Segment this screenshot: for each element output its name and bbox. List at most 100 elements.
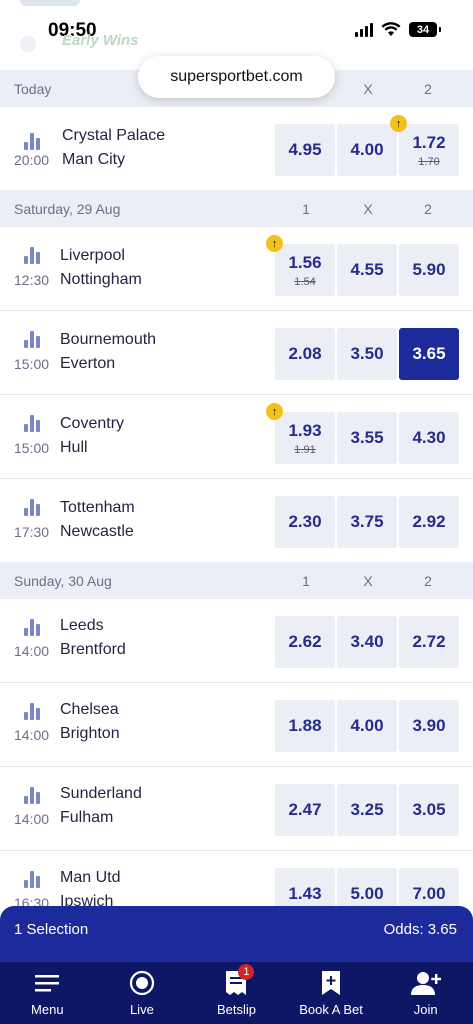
stats-icon[interactable] xyxy=(24,133,42,150)
odds-value: 3.65 xyxy=(412,344,446,363)
odds-away-button[interactable]: 2.72 xyxy=(399,616,459,668)
away-team: Man City xyxy=(62,151,126,168)
odds-away-button-selected[interactable]: 3.65 xyxy=(399,328,459,380)
odds-up-icon: ↑ xyxy=(390,115,407,132)
away-team: Newcastle xyxy=(60,523,134,540)
home-team: Sunderland xyxy=(60,785,142,802)
odds-draw-button[interactable]: 4.00 xyxy=(337,124,397,176)
odds-home-button[interactable]: 2.30 xyxy=(275,496,335,548)
odds-value: 3.90 xyxy=(412,716,446,735)
battery-icon: 34 xyxy=(409,22,441,37)
odds-away-button[interactable]: 3.05 xyxy=(399,784,459,836)
match-row[interactable]: Bournemouth Everton 15:00 2.08 3.50 3.65 xyxy=(0,311,473,395)
odds-value: 3.25 xyxy=(350,800,384,819)
odds-home-button[interactable]: ↑ 1.93 1.91 xyxy=(266,403,335,464)
home-team: Man Utd xyxy=(60,869,121,886)
live-icon xyxy=(129,970,155,996)
odds-value: 2.30 xyxy=(288,512,322,531)
odds-home-button[interactable]: 2.47 xyxy=(275,784,335,836)
away-team: Brighton xyxy=(60,725,120,742)
stats-icon[interactable] xyxy=(24,703,42,720)
nav-label: Menu xyxy=(31,1002,64,1017)
nav-item-live[interactable]: Live xyxy=(95,962,190,1024)
odds-home-button[interactable]: 2.08 xyxy=(275,328,335,380)
match-row[interactable]: Liverpool Nottingham 12:30 ↑ 1.56 1.54 4… xyxy=(0,227,473,311)
odds-value: 1.93 xyxy=(288,420,322,440)
odds-draw-button[interactable]: 3.55 xyxy=(337,412,397,464)
column-header-x: X xyxy=(363,201,373,217)
status-pill xyxy=(20,0,80,6)
match-row[interactable]: Tottenham Newcastle 17:30 2.30 3.75 2.92 xyxy=(0,479,473,563)
kick-off-time: 12:30 xyxy=(14,272,50,288)
kick-off-time: 14:00 xyxy=(14,643,50,659)
odds-value: 3.40 xyxy=(350,632,384,651)
odds-value: 2.92 xyxy=(412,512,446,531)
odds-home-button[interactable]: ↑ 1.56 1.54 xyxy=(266,235,335,296)
odds-draw-button[interactable]: 3.40 xyxy=(337,616,397,668)
odds-value: 4.95 xyxy=(288,140,322,159)
column-header-2: 2 xyxy=(424,81,432,97)
odds-value: 1.88 xyxy=(288,716,322,735)
odds-away-button[interactable]: 2.92 xyxy=(399,496,459,548)
odds-draw-button[interactable]: 3.25 xyxy=(337,784,397,836)
match-row[interactable]: Chelsea Brighton 14:00 1.88 4.00 3.90 xyxy=(0,683,473,767)
away-team: Fulham xyxy=(60,809,114,826)
odds-home-button[interactable]: 1.88 xyxy=(275,700,335,752)
odds-draw-button[interactable]: 3.50 xyxy=(337,328,397,380)
odds-draw-button[interactable]: 3.75 xyxy=(337,496,397,548)
odds-away-button[interactable]: 5.90 xyxy=(399,244,459,296)
odds-away-button[interactable]: 3.90 xyxy=(399,700,459,752)
odds-draw-button[interactable]: 4.55 xyxy=(337,244,397,296)
odds-home-button[interactable]: 4.95 xyxy=(275,124,335,176)
signal-icon xyxy=(355,22,373,37)
previous-odds: 1.54 xyxy=(294,275,316,288)
url-bar[interactable]: supersportbet.com xyxy=(138,56,335,98)
away-team: Brentford xyxy=(60,641,126,658)
stats-icon[interactable] xyxy=(24,247,42,264)
section-header-saturday: Saturday, 29 Aug 1 X 2 xyxy=(0,190,473,227)
column-header-1: 1 xyxy=(302,201,310,217)
column-header-2: 2 xyxy=(424,573,432,589)
kick-off-time: 20:00 xyxy=(14,152,50,168)
odds-value: 4.00 xyxy=(350,716,384,735)
previous-odds: 1.70 xyxy=(418,155,440,168)
section-header-sunday: Sunday, 30 Aug 1 X 2 xyxy=(0,562,473,599)
home-team: Crystal Palace xyxy=(62,127,166,144)
nav-item-book-a-bet[interactable]: Book A Bet xyxy=(284,962,379,1024)
kick-off-time: 15:00 xyxy=(14,440,50,456)
odds-home-button[interactable]: 2.62 xyxy=(275,616,335,668)
stats-icon[interactable] xyxy=(24,415,42,432)
nav-label: Betslip xyxy=(216,1002,256,1017)
match-row[interactable]: Sunderland Fulham 14:00 2.47 3.25 3.05 xyxy=(0,767,473,851)
odds-up-icon: ↑ xyxy=(266,235,283,252)
match-row[interactable]: Leeds Brentford 14:00 2.62 3.40 2.72 xyxy=(0,599,473,683)
early-wins-label: Early Wins xyxy=(62,32,139,49)
status-icons: 34 xyxy=(355,22,441,37)
odds-away-button[interactable]: 4.30 xyxy=(399,412,459,464)
column-header-x: X xyxy=(363,573,373,589)
nav-label: Join xyxy=(413,1002,438,1017)
stats-icon[interactable] xyxy=(24,331,42,348)
column-header-x: X xyxy=(363,81,373,97)
stats-icon[interactable] xyxy=(24,787,42,804)
match-row[interactable]: Crystal Palace Man City 20:00 4.95 4.00 … xyxy=(0,107,473,191)
nav-item-menu[interactable]: Menu xyxy=(0,962,95,1024)
nav-item-betslip[interactable]: 1 Betslip xyxy=(189,962,284,1024)
nav-item-join[interactable]: Join xyxy=(378,962,473,1024)
stats-icon[interactable] xyxy=(24,871,42,888)
odds-draw-button[interactable]: 4.00 xyxy=(337,700,397,752)
column-header-2: 2 xyxy=(424,201,432,217)
match-row[interactable]: Coventry Hull 15:00 ↑ 1.93 1.91 3.55 4.3… xyxy=(0,395,473,479)
odds-value: 4.00 xyxy=(350,140,384,159)
kick-off-time: 14:00 xyxy=(14,727,50,743)
book-a-bet-icon xyxy=(321,970,341,996)
toggle-dot xyxy=(20,36,36,52)
stats-icon[interactable] xyxy=(24,619,42,636)
odds-away-button[interactable]: ↑ 1.72 1.70 xyxy=(390,115,459,176)
odds-up-icon: ↑ xyxy=(266,403,283,420)
stats-icon[interactable] xyxy=(24,499,42,516)
odds-value: 4.30 xyxy=(412,428,446,447)
betslip-summary-bar[interactable]: 1 Selection Odds: 3.65 xyxy=(0,906,473,964)
home-team: Bournemouth xyxy=(60,331,157,348)
wifi-icon xyxy=(381,22,401,36)
